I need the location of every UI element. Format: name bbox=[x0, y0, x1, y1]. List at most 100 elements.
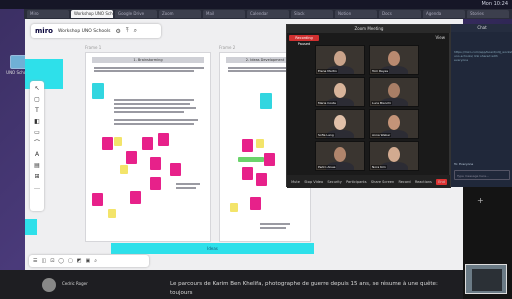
browser-tab[interactable]: Notion bbox=[335, 10, 377, 18]
pink-sticky-note[interactable] bbox=[126, 151, 137, 164]
bottom-toolbar: ☰ ◫ ⊡ ◯ ▢ ◩ ▣ ⌕ bbox=[29, 255, 149, 267]
left-toolbar: ↖ ▢ T ◧ ▭ ⌒ A ▤ ⊞ … bbox=[30, 81, 44, 211]
cyan-sticky-note[interactable] bbox=[25, 219, 37, 235]
participant-tile[interactable]: Nora Kim bbox=[369, 141, 419, 171]
pink-sticky-note[interactable] bbox=[102, 137, 113, 150]
pink-sticky-note[interactable] bbox=[150, 157, 161, 170]
zoom-control-participants[interactable]: Participants bbox=[346, 180, 367, 184]
pink-sticky-note[interactable] bbox=[170, 163, 181, 176]
zoom-control-record[interactable]: Record bbox=[398, 180, 410, 184]
search-icon[interactable]: ⌕ bbox=[134, 27, 137, 35]
zoom-control-share-screen[interactable]: Share Screen bbox=[371, 180, 394, 184]
pink-sticky-note[interactable] bbox=[150, 177, 161, 190]
tool-icon[interactable]: ▢ bbox=[33, 96, 41, 104]
pink-sticky-note[interactable] bbox=[250, 197, 261, 210]
pink-sticky-note[interactable] bbox=[264, 153, 275, 166]
text-line bbox=[114, 119, 198, 121]
miro-top-toolbar: miro Workshop UNO Schools ⚙ ⤒ ⌕ bbox=[31, 24, 161, 38]
tool-icon[interactable]: T bbox=[33, 107, 41, 115]
chat-message[interactable]: https://miro.com/app/board/o9J_workshop-… bbox=[454, 50, 512, 62]
recording-status[interactable]: Recording Paused bbox=[289, 35, 319, 46]
zoom-control-stop-video[interactable]: Stop Video bbox=[304, 180, 323, 184]
browser-tab[interactable]: Miro bbox=[27, 10, 69, 18]
tool-icon[interactable]: ▤ bbox=[33, 162, 41, 170]
text-line bbox=[94, 67, 204, 69]
board-name[interactable]: Workshop UNO Schools bbox=[58, 29, 111, 34]
bottom-tool-icon[interactable]: ⊡ bbox=[50, 258, 54, 264]
participant-tile[interactable]: Sofia Lang bbox=[315, 109, 365, 139]
green-sticky-note[interactable] bbox=[238, 157, 264, 162]
pink-sticky-note[interactable] bbox=[242, 139, 253, 152]
tool-icon[interactable]: ◧ bbox=[33, 118, 41, 126]
participant-face bbox=[388, 115, 400, 130]
view-button[interactable]: View bbox=[436, 35, 446, 40]
article-text: Le parcours de Karim Ben Khelifa, photog… bbox=[170, 281, 438, 296]
video-thumbnail[interactable] bbox=[465, 264, 507, 294]
browser-tab[interactable]: Docs bbox=[379, 10, 421, 18]
participant-face bbox=[388, 51, 400, 66]
upload-icon[interactable]: ⤒ bbox=[126, 27, 129, 35]
miro-logo[interactable]: miro bbox=[35, 27, 53, 35]
yellow-sticky-note[interactable] bbox=[256, 139, 264, 148]
cyan-sticky-note[interactable] bbox=[260, 93, 272, 109]
participant-name: Luca Bianchi bbox=[371, 101, 392, 105]
tool-icon[interactable]: ⊞ bbox=[33, 173, 41, 181]
pink-sticky-note[interactable] bbox=[142, 137, 153, 150]
pink-sticky-note[interactable] bbox=[242, 167, 253, 180]
participant-tile[interactable]: Luca Bianchi bbox=[369, 77, 419, 107]
browser-tab[interactable]: Calendar bbox=[247, 10, 289, 18]
zoom-control-reactions[interactable]: Reactions bbox=[415, 180, 432, 184]
browser-tab[interactable]: Agenda bbox=[423, 10, 465, 18]
yellow-sticky-note[interactable] bbox=[230, 203, 238, 212]
bottom-tool-icon[interactable]: ⌕ bbox=[94, 258, 97, 264]
pink-sticky-note[interactable] bbox=[158, 133, 169, 146]
text-line bbox=[176, 183, 200, 185]
bottom-tool-icon[interactable]: ◫ bbox=[41, 258, 46, 264]
participant-tile[interactable]: Elena Martin bbox=[315, 45, 365, 75]
bottom-tool-icon[interactable]: ▢ bbox=[68, 258, 73, 264]
zoom-control-mute[interactable]: Mute bbox=[291, 180, 300, 184]
participant-face bbox=[388, 83, 400, 98]
pink-sticky-note[interactable] bbox=[130, 191, 141, 204]
tool-icon[interactable]: ⌒ bbox=[33, 140, 41, 148]
zoom-meeting-window[interactable]: Zoom Meeting Recording Paused View Elena… bbox=[286, 24, 451, 188]
browser-tab[interactable]: Mail bbox=[203, 10, 245, 18]
cyan-sticky-note[interactable] bbox=[92, 83, 104, 99]
yellow-sticky-note[interactable] bbox=[120, 165, 128, 174]
participant-tile[interactable]: Maria Costa bbox=[315, 77, 365, 107]
bottom-tool-icon[interactable]: ◩ bbox=[77, 258, 82, 264]
pink-sticky-note[interactable] bbox=[92, 193, 103, 206]
bottom-tool-icon[interactable]: ▣ bbox=[86, 258, 91, 264]
browser-tab[interactable]: Slack bbox=[291, 10, 333, 18]
chat-recipient[interactable]: To: Everyone bbox=[454, 162, 473, 166]
yellow-sticky-note[interactable] bbox=[114, 137, 122, 146]
text-line bbox=[114, 107, 196, 109]
bottom-tool-icon[interactable]: ◯ bbox=[58, 258, 64, 264]
participant-name: Maria Costa bbox=[317, 101, 337, 105]
browser-tab[interactable]: Zoom bbox=[159, 10, 201, 18]
ideas-banner[interactable]: Ideas bbox=[111, 243, 314, 254]
tool-icon[interactable]: ↖ bbox=[33, 85, 41, 93]
avatar[interactable] bbox=[42, 278, 56, 292]
zoom-control-end[interactable]: End bbox=[436, 178, 447, 185]
tool-icon[interactable]: … bbox=[33, 184, 41, 192]
browser-tab-bar: MiroWorkshop UNO SchoolsGoogle DriveZoom… bbox=[24, 9, 512, 19]
settings-icon[interactable]: ⚙ bbox=[116, 28, 121, 35]
browser-tab[interactable]: Google Drive bbox=[115, 10, 157, 18]
tool-icon[interactable]: A bbox=[33, 151, 41, 159]
zoom-title: Zoom Meeting bbox=[287, 25, 451, 33]
tool-icon[interactable]: ▭ bbox=[33, 129, 41, 137]
browser-tab[interactable]: Workshop UNO Schools bbox=[71, 10, 113, 18]
brainstorming-frame[interactable]: 1. Brainstorming bbox=[85, 52, 211, 242]
participant-tile[interactable]: Tom Reyes bbox=[369, 45, 419, 75]
bottom-tool-icon[interactable]: ☰ bbox=[33, 258, 37, 264]
yellow-sticky-note[interactable] bbox=[108, 209, 116, 218]
pink-sticky-note[interactable] bbox=[256, 173, 267, 186]
text-line bbox=[260, 223, 290, 225]
zoom-control-security[interactable]: Security bbox=[327, 180, 341, 184]
participant-tile[interactable]: Pedro Alves bbox=[315, 141, 365, 171]
text-line bbox=[260, 227, 286, 229]
chat-input[interactable]: Type message here... bbox=[454, 170, 510, 180]
browser-tab[interactable]: Stories bbox=[467, 10, 509, 18]
participant-tile[interactable]: Anna Weber bbox=[369, 109, 419, 139]
